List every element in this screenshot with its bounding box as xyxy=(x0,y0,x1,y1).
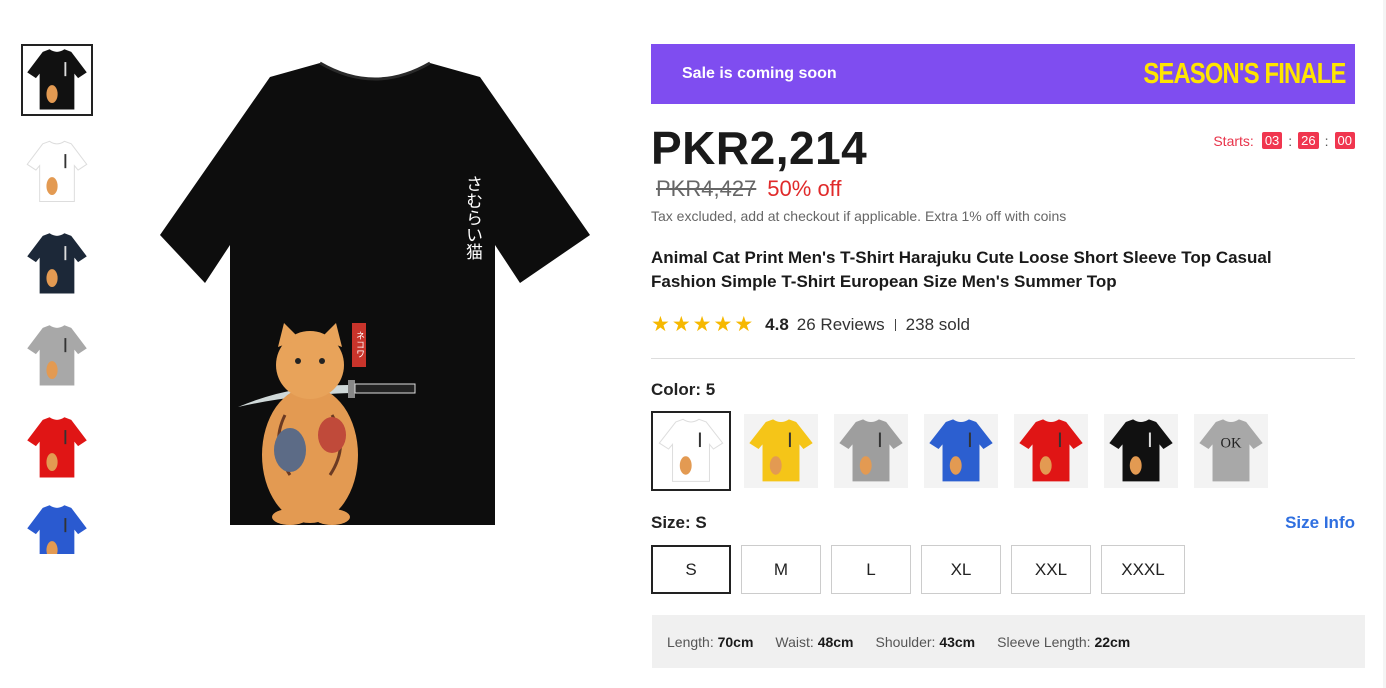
color-swatch-2[interactable] xyxy=(744,414,818,488)
product-title: Animal Cat Print Men's T-Shirt Harajuku … xyxy=(651,248,1272,291)
star-icon: ★ xyxy=(692,313,712,336)
thumbnail-5[interactable] xyxy=(21,412,93,484)
thumbnail-list xyxy=(21,44,93,574)
color-label: Color: 5 xyxy=(651,380,716,399)
discount-badge: 50% off xyxy=(767,176,842,201)
rating-row: ★ ★ ★ ★ ★ 4.8 26 Reviews 238 sold xyxy=(651,313,1355,336)
countdown-separator: : xyxy=(1324,132,1329,149)
size-options: S M L XL XXL XXXL xyxy=(651,545,1355,594)
product-main-image[interactable]: さむらい猫 ネコワ xyxy=(150,55,600,555)
section-divider xyxy=(651,358,1355,359)
star-rating: ★ ★ ★ ★ ★ xyxy=(651,313,755,336)
countdown-label: Starts: xyxy=(1213,132,1254,149)
price-row: PKR2,214 Starts: 03 : 26 : 00 xyxy=(651,122,1355,174)
color-swatch-7[interactable]: OK xyxy=(1194,414,1268,488)
size-option-s[interactable]: S xyxy=(651,545,731,594)
countdown-separator: : xyxy=(1288,132,1293,149)
color-swatch-3[interactable] xyxy=(834,414,908,488)
svg-text:OK: OK xyxy=(1221,436,1242,452)
sale-banner-text: Sale is coming soon xyxy=(682,65,837,82)
shirt-print-text: さむらい猫 xyxy=(462,175,483,260)
season-finale-logo: SEASON'S FINALE xyxy=(1142,57,1346,90)
size-label: Size: S xyxy=(651,513,707,532)
color-swatch-6[interactable] xyxy=(1104,414,1178,488)
sale-countdown: Starts: 03 : 26 : 00 xyxy=(1213,132,1355,149)
thumbnail-4[interactable] xyxy=(21,320,93,392)
measurement-item: Length: 70cm xyxy=(667,633,754,650)
reviews-link[interactable]: 26 Reviews xyxy=(797,315,885,335)
size-header: Size: S Size Info xyxy=(651,513,1355,533)
countdown-minutes: 26 xyxy=(1298,132,1319,149)
color-swatch-4[interactable] xyxy=(924,414,998,488)
original-price: PKR4,427 xyxy=(656,176,757,201)
thumbnail-2[interactable] xyxy=(21,136,93,208)
tax-note: Tax excluded, add at checkout if applica… xyxy=(651,208,1067,224)
star-icon: ★ xyxy=(713,313,733,336)
star-icon: ★ xyxy=(671,313,691,336)
measurement-item: Waist: 48cm xyxy=(775,633,854,650)
countdown-seconds: 00 xyxy=(1334,132,1355,149)
tshirt-image: さむらい猫 ネコワ xyxy=(160,61,590,525)
svg-text:ネコワ: ネコワ xyxy=(354,331,365,358)
sold-count: 238 sold xyxy=(905,315,970,334)
size-measurements: Length: 70cm Waist: 48cm Shoulder: 43cm Sle… xyxy=(652,615,1365,668)
divider xyxy=(894,319,896,331)
measurement-item: Shoulder: 43cm xyxy=(875,633,976,650)
size-option-l[interactable]: L xyxy=(831,545,911,594)
size-option-xl[interactable]: XL xyxy=(921,545,1001,594)
color-swatch-5[interactable] xyxy=(1014,414,1088,488)
thumbnail-6[interactable] xyxy=(21,504,93,554)
star-icon: ★ xyxy=(734,313,754,336)
original-price-row: PKR4,427 50% off xyxy=(651,176,1355,202)
size-option-xxxl[interactable]: XXXL xyxy=(1101,545,1185,594)
size-option-xxl[interactable]: XXL xyxy=(1011,545,1091,594)
rating-value: 4.8 xyxy=(765,315,789,334)
thumbnail-3[interactable] xyxy=(21,228,93,300)
thumbnail-1[interactable] xyxy=(21,44,93,116)
size-info-link[interactable]: Size Info xyxy=(1285,513,1355,533)
size-option-m[interactable]: M xyxy=(741,545,821,594)
color-swatch-1[interactable] xyxy=(651,411,731,491)
countdown-hours: 03 xyxy=(1261,132,1283,149)
measurement-item: Sleeve Length: 22cm xyxy=(997,633,1131,650)
color-swatches: OK xyxy=(651,411,1355,491)
star-icon: ★ xyxy=(651,313,670,336)
product-info-panel: Sale is coming soon SEASON'S FINALE PKR2… xyxy=(651,44,1355,594)
sale-banner[interactable]: Sale is coming soon SEASON'S FINALE xyxy=(651,44,1355,104)
